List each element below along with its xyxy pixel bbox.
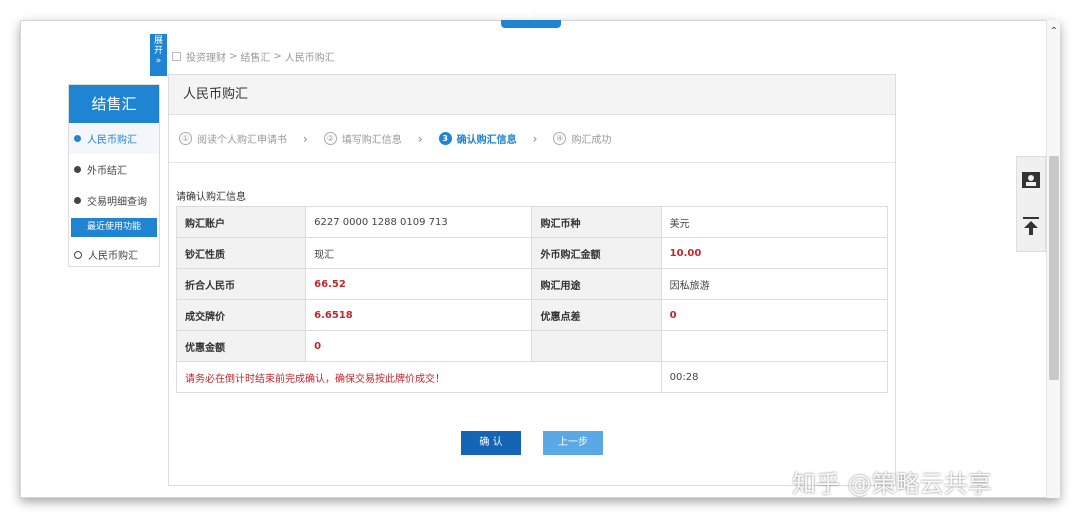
account-value: 6227 0000 1288 0109 713 xyxy=(305,206,533,238)
recent-functions-header: 最近使用功能 xyxy=(71,218,157,237)
field-label: 购汇币种 xyxy=(531,206,662,238)
purpose-value: 因私旅游 xyxy=(660,268,889,300)
floating-toolbar xyxy=(1016,156,1046,252)
scroll-up-icon[interactable]: ⌃ xyxy=(1047,26,1061,37)
table-row: 购汇账户 6227 0000 1288 0109 713 购汇币种 美元 xyxy=(175,206,889,238)
step-3-current: 3 确认购汇信息 xyxy=(438,131,517,146)
field-label: 成交牌价 xyxy=(175,299,307,331)
table-row: 优惠金额 0 xyxy=(175,330,889,362)
back-to-top-icon[interactable] xyxy=(1017,203,1045,249)
step-number: ④ xyxy=(553,132,567,145)
discount-amount-value: 0 xyxy=(305,330,533,362)
field-label: 优惠点差 xyxy=(531,299,662,331)
sidebar: 结售汇 人民币购汇 外币结汇 交易明细查询 最近使用功能 人民币购汇 xyxy=(68,84,160,267)
expand-sidebar-tab[interactable]: 展 开 » xyxy=(150,34,167,76)
breadcrumb-separator: > xyxy=(229,51,238,62)
bullet-icon xyxy=(74,197,81,204)
table-row: 请务必在倒计时结束前完成确认，确保交易按此牌价成交！ 00:28 xyxy=(176,361,889,393)
table-row: 钞汇性质 现汇 外币购汇金额 10.00 xyxy=(175,237,889,269)
field-label: 优惠金额 xyxy=(175,330,307,362)
back-button[interactable]: 上一步 xyxy=(543,431,603,455)
discount-spread-value: 0 xyxy=(660,299,889,331)
step-label: 阅读个人购汇申请书 xyxy=(197,135,287,146)
clock-icon xyxy=(74,250,82,259)
scrollbar-thumb[interactable] xyxy=(1049,156,1059,380)
table-row: 折合人民币 66.52 购汇用途 因私旅游 xyxy=(175,268,889,300)
progress-steps: ① 阅读个人购汇申请书 › ② 填写购汇信息 › 3 确认购汇信息 › ④ 购汇… xyxy=(169,115,895,163)
double-chevron-icon: » xyxy=(155,56,162,66)
chevron-right-icon: › xyxy=(532,131,538,146)
breadcrumb-item[interactable]: 结售汇 xyxy=(240,49,270,64)
chevron-right-icon: › xyxy=(303,131,308,146)
home-icon[interactable] xyxy=(172,52,181,61)
rate-value: 6.6518 xyxy=(305,299,533,331)
fx-amount-value: 10.00 xyxy=(660,237,889,269)
step-1: ① 阅读个人购汇申请书 xyxy=(179,131,287,146)
recent-item-rmb-purchase[interactable]: 人民币购汇 xyxy=(69,239,159,270)
breadcrumb-separator: > xyxy=(273,51,282,62)
step-label: 购汇成功 xyxy=(571,135,612,146)
breadcrumb-item-current: 人民币购汇 xyxy=(284,53,335,64)
field-label: 购汇账户 xyxy=(175,206,307,238)
sidebar-item-transaction-query[interactable]: 交易明细查询 xyxy=(69,185,159,216)
watermark-text: 知乎 @策略云共享 xyxy=(792,470,992,498)
field-label: 外币购汇金额 xyxy=(531,237,662,269)
chevron-up-icon: ⌃ xyxy=(525,14,534,25)
rmb-amount-value: 66.52 xyxy=(305,268,533,300)
bullet-icon xyxy=(74,135,81,142)
bullet-icon xyxy=(74,166,81,173)
chevron-right-icon: › xyxy=(417,131,423,146)
step-number: 3 xyxy=(438,132,452,145)
breadcrumb: 投资理财 > 结售汇 > 人民币购汇 xyxy=(172,49,335,64)
vertical-scrollbar[interactable]: ⌃ xyxy=(1046,20,1060,498)
sidebar-item-rmb-purchase[interactable]: 人民币购汇 xyxy=(69,123,159,154)
breadcrumb-item[interactable]: 投资理财 xyxy=(186,49,226,64)
sidebar-item-label: 外币结汇 xyxy=(87,166,127,177)
step-label: 确认购汇信息 xyxy=(456,135,517,146)
countdown-timer: 00:28 xyxy=(660,361,889,393)
field-label: 折合人民币 xyxy=(175,268,307,300)
sidebar-item-fx-settlement[interactable]: 外币结汇 xyxy=(69,154,159,185)
expand-tab-char: 展 xyxy=(153,36,163,46)
step-4: ④ 购汇成功 xyxy=(553,131,611,146)
sidebar-title: 结售汇 xyxy=(69,85,159,123)
recent-item-label: 人民币购汇 xyxy=(88,251,138,262)
table-row: 成交牌价 6.6518 优惠点差 0 xyxy=(175,299,889,331)
contact-card-icon[interactable] xyxy=(1017,157,1045,203)
step-2: ② 填写购汇信息 xyxy=(323,131,402,146)
expand-tab-char: 开 xyxy=(153,46,163,56)
field-label: 购汇用途 xyxy=(531,268,662,300)
step-number: ② xyxy=(323,132,337,145)
confirm-info-table: 购汇账户 6227 0000 1288 0109 713 购汇币种 美元 钞汇性… xyxy=(175,206,889,393)
section-label: 请确认购汇信息 xyxy=(176,192,246,203)
empty-cell xyxy=(531,330,662,362)
step-label: 填写购汇信息 xyxy=(341,135,402,146)
cash-type-value: 现汇 xyxy=(305,237,533,269)
currency-value: 美元 xyxy=(660,206,889,238)
collapse-top-tab[interactable]: ⌃ xyxy=(501,14,561,28)
field-label: 钞汇性质 xyxy=(175,237,307,269)
countdown-notice: 请务必在倒计时结束前完成确认，确保交易按此牌价成交！ xyxy=(176,361,662,393)
sidebar-item-label: 交易明细查询 xyxy=(87,197,147,208)
main-panel: 人民币购汇 ① 阅读个人购汇申请书 › ② 填写购汇信息 › 3 确认购汇信息 … xyxy=(168,74,896,486)
empty-cell xyxy=(660,330,889,362)
sidebar-item-label: 人民币购汇 xyxy=(87,135,137,146)
step-number: ① xyxy=(179,132,192,145)
page-title: 人民币购汇 xyxy=(169,75,895,115)
confirm-button[interactable]: 确 认 xyxy=(461,431,521,455)
